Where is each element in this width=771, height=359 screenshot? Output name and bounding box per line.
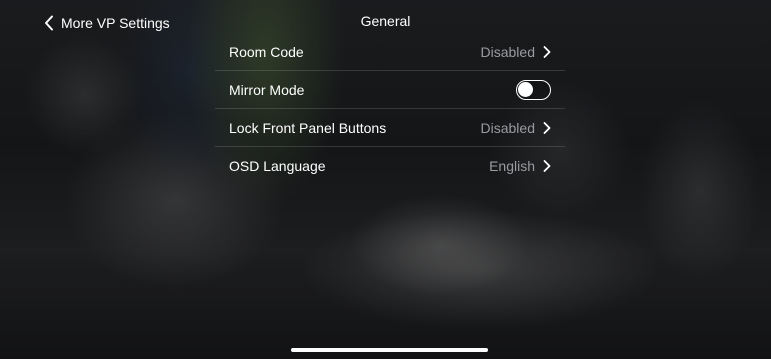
vp-settings-screen: More VP Settings General Room Code Disab…	[0, 0, 771, 359]
setting-label: Lock Front Panel Buttons	[229, 119, 387, 136]
setting-row-room-code[interactable]: Room Code Disabled	[215, 33, 565, 71]
setting-label: Room Code	[229, 43, 304, 60]
setting-row-lock-front-panel-buttons[interactable]: Lock Front Panel Buttons Disabled	[215, 109, 565, 147]
setting-value: English	[489, 157, 535, 174]
setting-row-mirror-mode: Mirror Mode	[215, 71, 565, 109]
setting-label: Mirror Mode	[229, 81, 305, 98]
setting-value-group: Disabled	[481, 44, 551, 60]
home-indicator[interactable]	[291, 348, 488, 352]
settings-list: Room Code Disabled Mirror Mode Lock Fron…	[215, 33, 565, 184]
setting-value: Disabled	[480, 119, 535, 136]
page-title: General	[360, 13, 411, 29]
chevron-right-icon	[543, 45, 551, 58]
setting-value-group: English	[489, 158, 551, 174]
mirror-mode-toggle[interactable]	[516, 79, 551, 100]
chevron-right-icon	[543, 159, 551, 172]
setting-label: OSD Language	[229, 157, 326, 174]
setting-value: Disabled	[480, 43, 535, 60]
chevron-right-icon	[543, 121, 551, 134]
toggle-knob	[518, 81, 533, 97]
setting-row-osd-language[interactable]: OSD Language English	[215, 147, 565, 184]
setting-value-group: Disabled	[481, 120, 551, 136]
